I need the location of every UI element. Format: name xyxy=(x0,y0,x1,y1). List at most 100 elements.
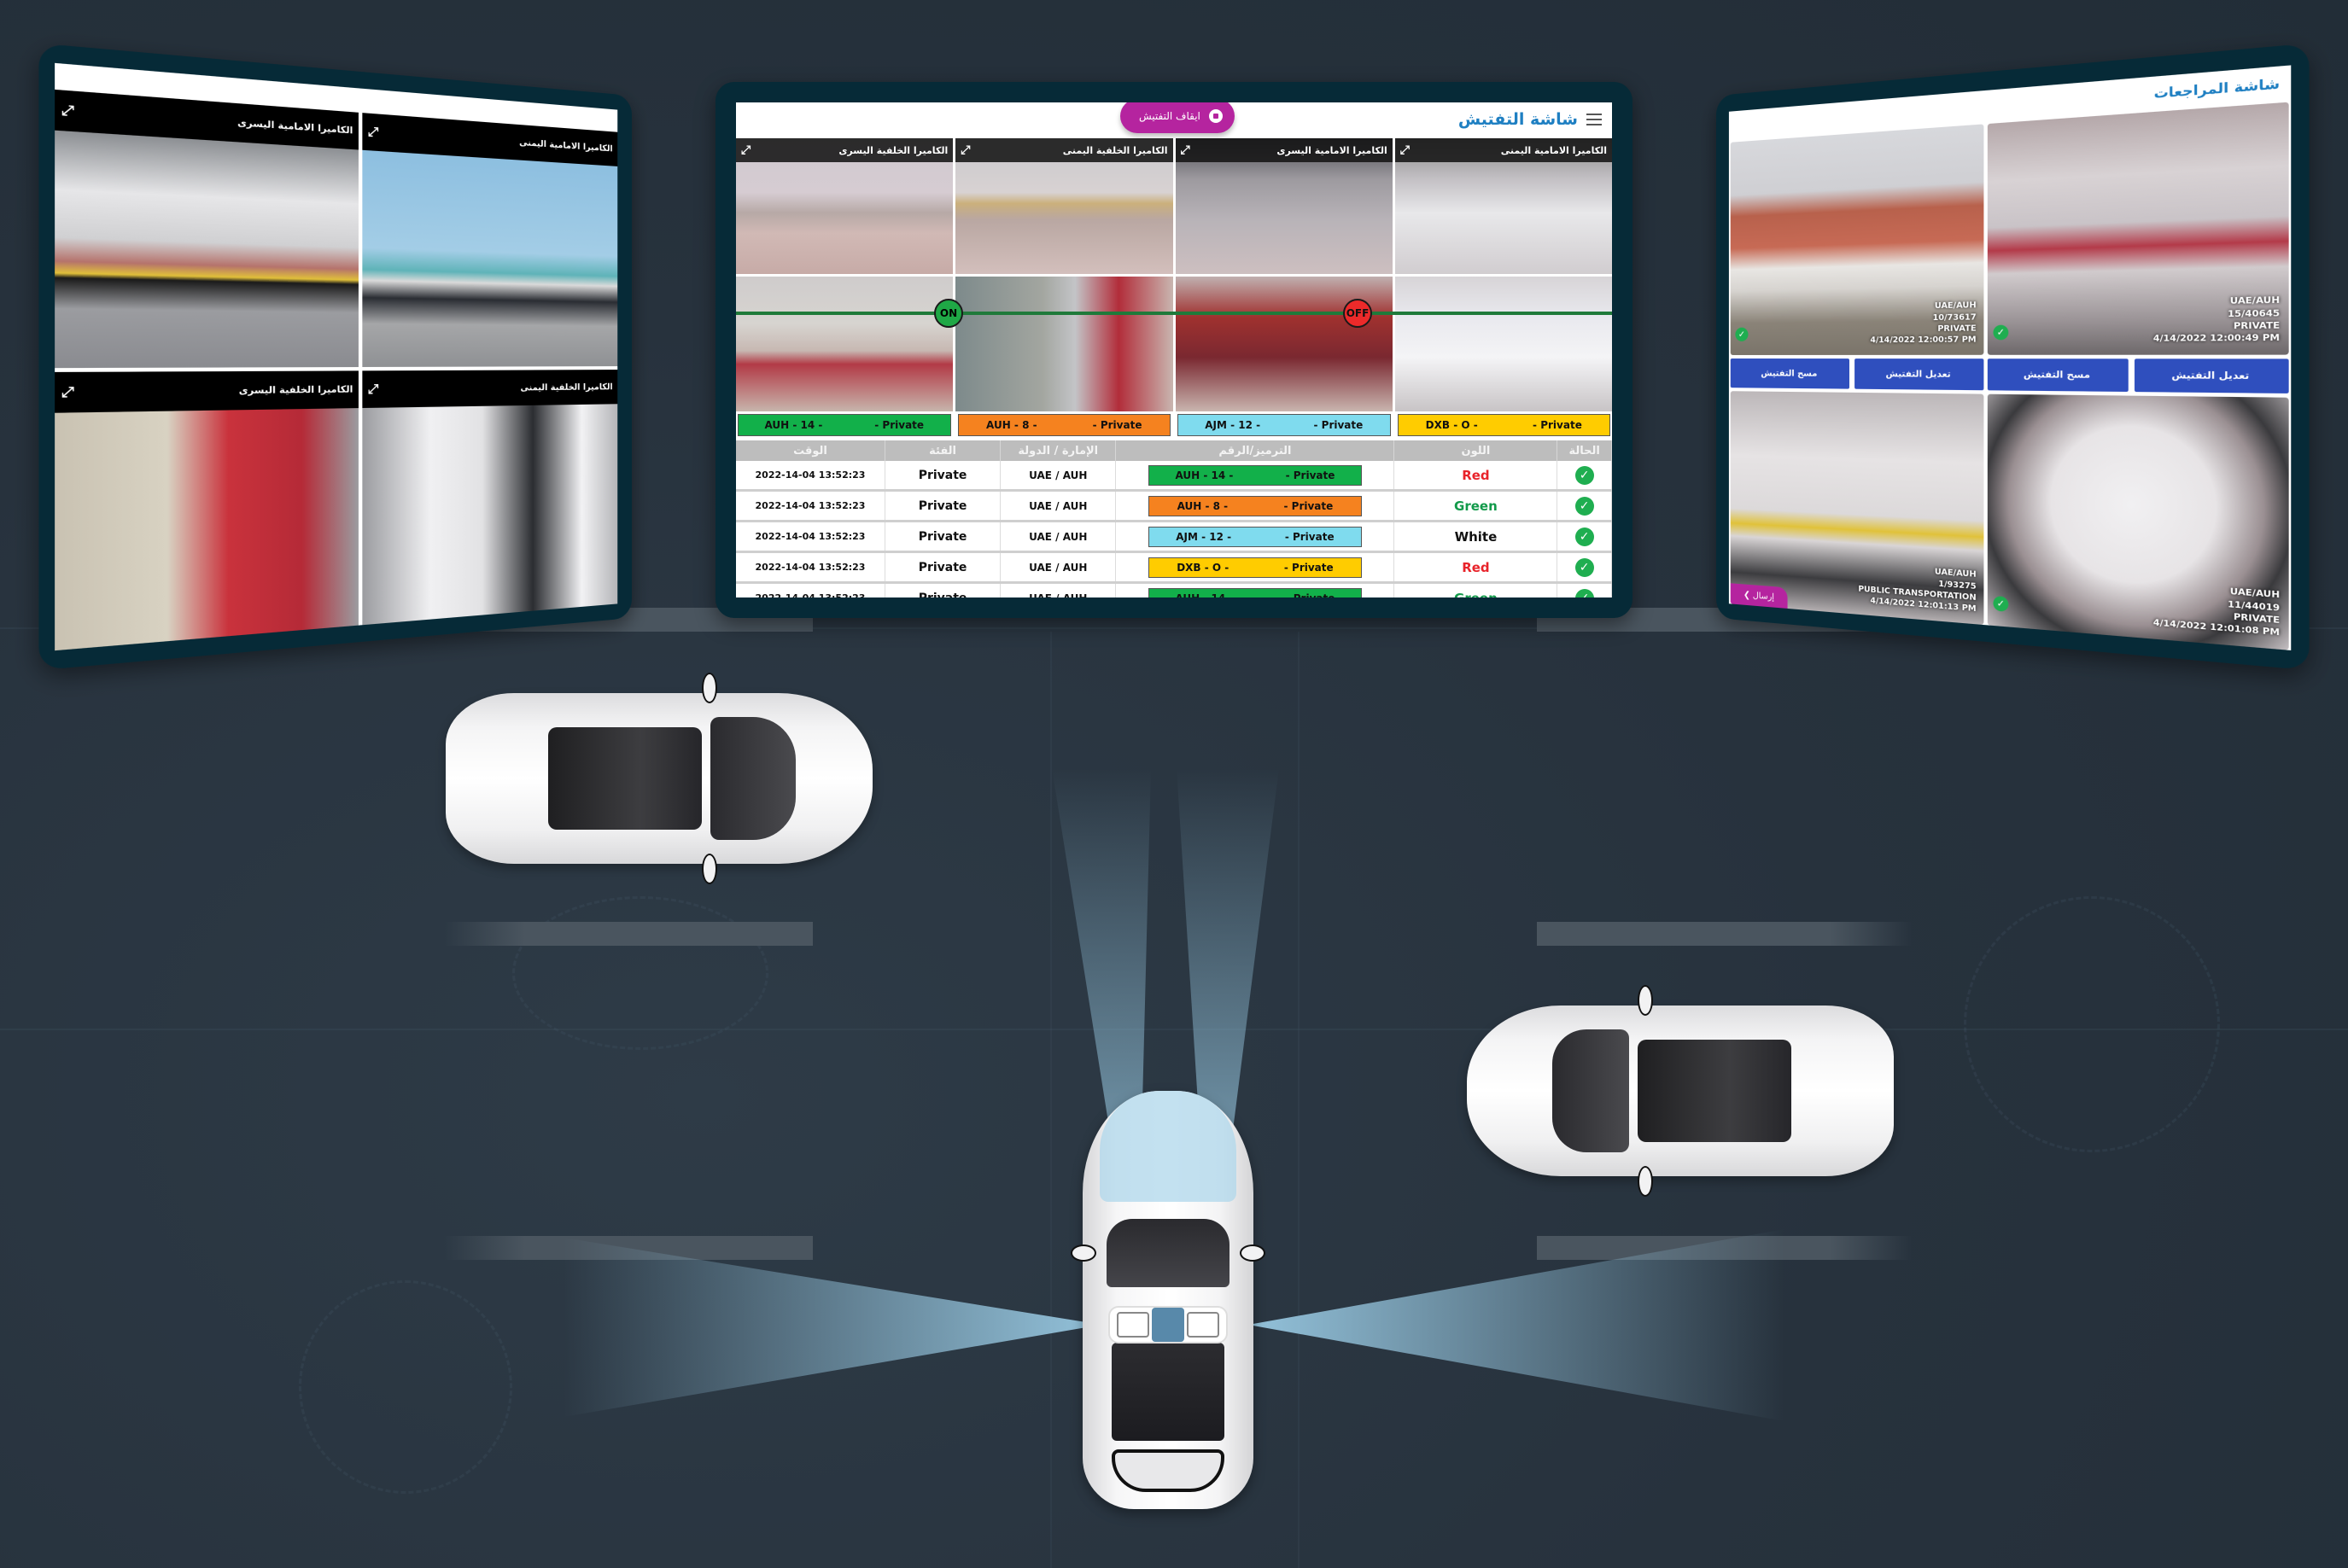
review-actions: مسح التفتيش تعديل التفتيش xyxy=(1987,358,2289,393)
parked-car-left xyxy=(446,673,873,884)
camera-label: الكاميرا الامامية اليسرى xyxy=(1276,144,1387,156)
cell-emirate: UAE / AUH xyxy=(1001,584,1117,597)
table-header: الوقت الفئة الإمارة / الدولة الترميز/الر… xyxy=(736,440,1612,461)
expand-icon[interactable]: ⤢ xyxy=(1181,143,1190,157)
col-color[interactable]: اللون xyxy=(1394,440,1558,461)
plate-type: - Private xyxy=(1284,530,1335,543)
reviews-screen: شاشة المراجعات ✓ UAE/AUH 10/73617 PRIVAT… xyxy=(1728,65,2292,650)
cell-emirate: UAE / AUH xyxy=(1001,522,1117,551)
review-card[interactable]: ✓ UAE/AUH 10/73617 PRIVATE 4/14/2022 12:… xyxy=(1730,124,1984,355)
expand-icon[interactable]: ⤢ xyxy=(61,102,74,119)
plate-type: - Private xyxy=(1285,469,1335,481)
camera-feed[interactable]: ⤢ الكاميرا الخلفية اليسرى xyxy=(55,370,359,651)
plate-type: - Private xyxy=(1313,419,1364,431)
cell-plate: DXB - O - - Private xyxy=(1116,553,1395,581)
cell-status: ✓ xyxy=(1557,522,1612,551)
parked-car-right xyxy=(1467,985,1894,1197)
camera-on-toggle[interactable]: ON xyxy=(934,299,963,328)
expand-icon[interactable]: ⤢ xyxy=(741,143,751,157)
expand-icon[interactable]: ⤢ xyxy=(961,143,970,157)
bg-deco-line xyxy=(1050,632,1052,1568)
camera-header: ⤢ الكاميرا الامامية اليمنى xyxy=(1394,138,1612,162)
camera-feed[interactable]: ⤢ الكاميرا الامامية اليسرى xyxy=(55,89,359,369)
car-mirror xyxy=(1071,1244,1096,1262)
cell-category: Private xyxy=(885,553,1002,581)
camera-feed[interactable]: ⤢ الكاميرا الامامية اليسرى xyxy=(1175,138,1393,274)
plate-badge: AUH - 14 - - Private xyxy=(1148,587,1362,597)
send-icon: ❮ xyxy=(1743,589,1753,600)
plate-badge: DXB - O - - Private xyxy=(1148,557,1362,578)
camera-snapshot[interactable] xyxy=(955,276,1173,411)
col-emirate[interactable]: الإمارة / الدولة xyxy=(1001,440,1117,461)
review-card[interactable]: ✓ UAE/AUH 15/40645 PRIVATE 4/14/2022 12:… xyxy=(1987,102,2289,355)
delete-inspection-button[interactable]: مسح التفتيش xyxy=(1730,358,1849,389)
cell-status: ✓ xyxy=(1557,584,1612,597)
plate-badge[interactable]: AUH - 14 - - Private xyxy=(738,414,951,436)
stop-inspection-button[interactable]: ايقاف التفتيش xyxy=(1120,102,1235,133)
plate-badge: AUH - 8 - - Private xyxy=(1148,495,1362,516)
camera-header: ⤢ الكاميرا الخلفية اليمنى xyxy=(955,138,1173,162)
check-icon: ✓ xyxy=(1574,557,1594,577)
review-info: UAE/AUH 15/40645 PRIVATE 4/14/2022 12:00… xyxy=(2153,295,2280,345)
col-time[interactable]: الوقت xyxy=(736,440,885,461)
camera-feed[interactable]: ⤢ الكاميرا الامامية اليمنى xyxy=(362,113,618,368)
plate-code: AUH - 14 - xyxy=(764,419,823,431)
plate-badge[interactable]: DXB - O - - Private xyxy=(1397,414,1610,436)
camera-feed[interactable]: ⤢ الكاميرا الخلفية اليسرى xyxy=(736,138,954,274)
col-plate[interactable]: الترميز/الرقم xyxy=(1116,440,1395,461)
camera-module xyxy=(1187,1312,1220,1338)
plate-badge: AUH - 14 - - Private xyxy=(1148,464,1362,486)
car-roof xyxy=(1638,1040,1791,1142)
expand-icon[interactable]: ⤢ xyxy=(368,125,378,140)
expand-icon[interactable]: ⤢ xyxy=(61,384,74,400)
check-icon: ✓ xyxy=(1993,595,2009,612)
camera-image xyxy=(362,404,618,626)
car-windshield xyxy=(1552,1029,1629,1152)
expand-icon[interactable]: ⤢ xyxy=(368,382,378,397)
send-button[interactable]: ❮ إرسال xyxy=(1730,583,1788,609)
delete-inspection-button[interactable]: مسح التفتيش xyxy=(1987,358,2129,393)
review-emirate: UAE/AUH xyxy=(2229,296,2281,307)
cell-category: Private xyxy=(885,492,1002,520)
camera-feed[interactable]: ⤢ الكاميرا الخلفية اليمنى xyxy=(362,370,618,626)
edit-inspection-button[interactable]: تعديل التفتيش xyxy=(1854,358,1984,391)
camera-snapshot[interactable] xyxy=(1394,276,1612,411)
car-mirror xyxy=(702,854,717,884)
col-status[interactable]: الحالة xyxy=(1557,440,1612,461)
car-mirror xyxy=(1638,1166,1653,1197)
plate-badge[interactable]: AUH - 8 - - Private xyxy=(957,414,1171,436)
menu-icon[interactable] xyxy=(1586,114,1602,125)
camera-module xyxy=(1116,1312,1149,1338)
lane-stripe xyxy=(1537,1236,1913,1260)
review-card[interactable]: UAE/AUH 1/93275 PUBLIC TRANSPORTATION 4/… xyxy=(1730,391,1984,626)
cell-status: ✓ xyxy=(1557,492,1612,520)
plate-type: - Private xyxy=(1283,499,1334,512)
table-row[interactable]: 2022-14-04 13:52:23 Private UAE / AUH AJM -… xyxy=(736,522,1612,553)
camera-feed[interactable]: ⤢ الكاميرا الامامية اليمنى xyxy=(1394,138,1612,274)
table-row[interactable]: 2022-14-04 13:52:23PrivateUAE / AUH AUH -… xyxy=(736,461,1612,492)
cell-category: Private xyxy=(885,522,1002,551)
stop-icon xyxy=(1208,109,1223,123)
camera-snapshot[interactable] xyxy=(736,276,954,411)
table-row[interactable]: 2022-14-04 13:52:23PrivateUAE / AUH AUH -… xyxy=(736,584,1612,597)
scene: ⤢ الكاميرا الامامية اليسرى ⤢ الكاميرا ال… xyxy=(0,0,2348,1568)
review-category: PRIVATE xyxy=(2233,320,2281,332)
cell-time: 2022-14-04 13:52:23 xyxy=(736,461,885,489)
table-row[interactable]: 2022-14-04 13:52:23 Private UAE / AUH DXB -… xyxy=(736,553,1612,584)
col-category[interactable]: الفئة xyxy=(885,440,1002,461)
send-label: إرسال xyxy=(1752,590,1775,603)
camera-off-toggle[interactable]: OFF xyxy=(1343,299,1372,328)
camera-feed[interactable]: ⤢ الكاميرا الخلفية اليمنى xyxy=(955,138,1173,274)
edit-inspection-button[interactable]: تعديل التفتيش xyxy=(2134,358,2289,393)
cell-emirate: UAE / AUH xyxy=(1001,553,1117,581)
camera-snapshot[interactable] xyxy=(1175,276,1393,411)
review-card[interactable]: ✓ UAE/AUH 11/44019 PRIVATE 4/14/2022 12:… xyxy=(1987,393,2289,650)
expand-icon[interactable]: ⤢ xyxy=(1400,143,1410,157)
camera-label: الكاميرا الامامية اليمنى xyxy=(519,137,613,154)
plate-badge[interactable]: AJM - 12 - - Private xyxy=(1177,414,1391,436)
table-row[interactable]: 2022-14-04 13:52:23PrivateUAE / AUH AUH -… xyxy=(736,492,1612,522)
left-monitor-screen: ⤢ الكاميرا الامامية اليسرى ⤢ الكاميرا ال… xyxy=(55,62,618,651)
car-windshield xyxy=(1107,1219,1229,1287)
inspection-table: الوقت الفئة الإمارة / الدولة الترميز/الر… xyxy=(736,440,1612,597)
cell-color: Red xyxy=(1394,553,1558,581)
